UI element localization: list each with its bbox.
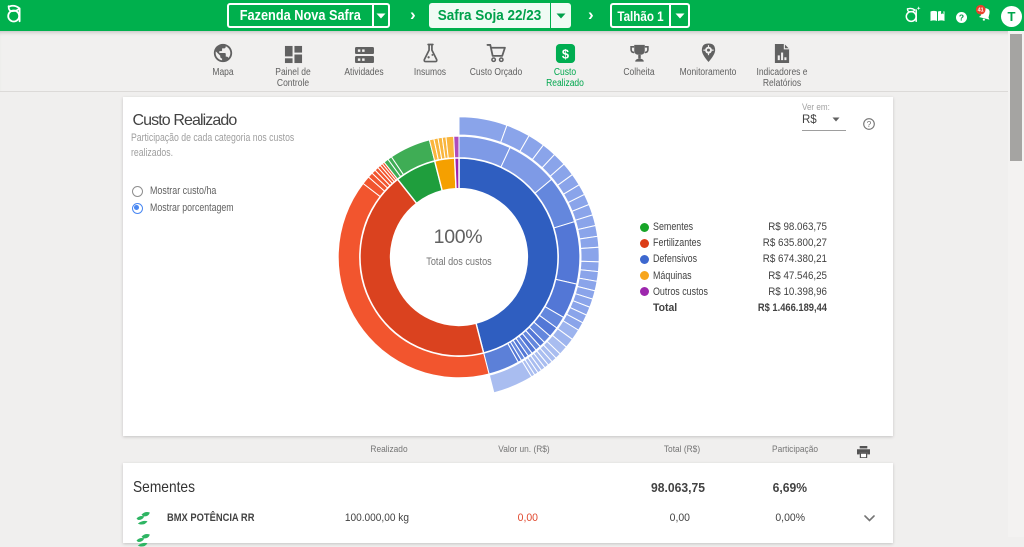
svg-text:41: 41 xyxy=(978,8,984,14)
svg-text:?: ? xyxy=(959,13,964,23)
svg-text:$: $ xyxy=(561,46,568,61)
